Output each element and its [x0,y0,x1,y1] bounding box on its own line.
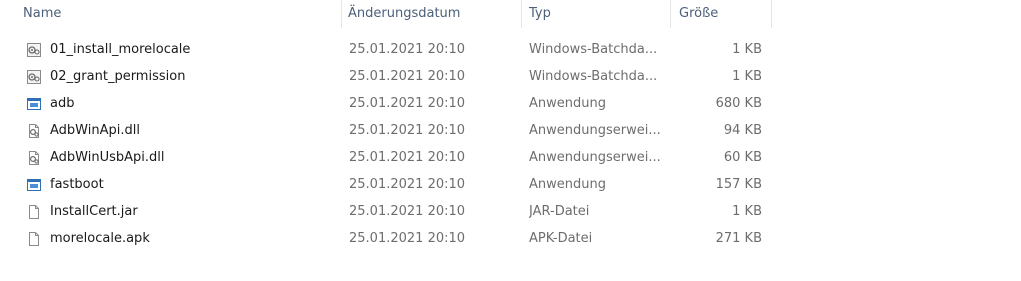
file-modified-date: 25.01.2021 20:10 [349,123,466,138]
file-size: 60 KB [723,150,762,165]
file-list: 01_install_morelocale 25.01.2021 20:10 Win… [0,36,773,252]
file-type: Anwendung [529,177,606,192]
file-row[interactable]: InstallCert.jar 25.01.2021 20:10 JAR-Datei… [0,198,773,225]
column-header-size[interactable]: Größe [679,0,769,28]
file-row[interactable]: fastboot 25.01.2021 20:10 Anwendung 157 KB [0,171,773,198]
file-name: 01_install_morelocale [50,42,191,57]
file-row[interactable]: morelocale.apk 25.01.2021 20:10 APK-Datei 2… [0,225,773,252]
file-type: Windows-Batchda... [529,69,658,84]
file-name: AdbWinUsbApi.dll [50,150,165,165]
file-explorer: Name Änderungsdatum Typ Größe 01_install… [0,0,1021,281]
column-divider[interactable] [771,0,772,28]
file-modified-date: 25.01.2021 20:10 [349,204,466,219]
file-name: AdbWinApi.dll [50,123,140,138]
file-name: fastboot [50,177,104,192]
column-header-bar: Name Änderungsdatum Typ Größe [0,0,773,28]
file-size: 1 KB [732,204,762,219]
file-type: Anwendungserwei... [529,150,661,165]
file-size: 1 KB [732,42,762,57]
batch-file-icon [25,63,43,90]
column-divider[interactable] [670,0,671,28]
file-type: JAR-Datei [529,204,590,219]
file-row[interactable]: 01_install_morelocale 25.01.2021 20:10 Win… [0,36,773,63]
application-icon [25,90,43,117]
file-type: Anwendungserwei... [529,123,661,138]
batch-file-icon [25,36,43,63]
file-modified-date: 25.01.2021 20:10 [349,177,466,192]
column-divider[interactable] [341,0,342,28]
file-modified-date: 25.01.2021 20:10 [349,150,466,165]
file-row[interactable]: AdbWinApi.dll 25.01.2021 20:10 Anwendungse… [0,117,773,144]
file-name: adb [50,96,75,111]
application-icon [25,171,43,198]
file-row[interactable]: adb 25.01.2021 20:10 Anwendung 680 KB [0,90,773,117]
file-type: Anwendung [529,96,606,111]
file-modified-date: 25.01.2021 20:10 [349,96,466,111]
column-header-name[interactable]: Name [23,0,341,28]
column-header-type[interactable]: Typ [529,0,669,28]
file-size: 157 KB [715,177,762,192]
column-header-date[interactable]: Änderungsdatum [348,0,520,28]
dll-file-icon [25,117,43,144]
blank-file-icon [25,225,43,252]
dll-file-icon [25,144,43,171]
file-type: Windows-Batchda... [529,42,658,57]
file-name: InstallCert.jar [50,204,138,219]
file-modified-date: 25.01.2021 20:10 [349,69,466,84]
column-divider[interactable] [521,0,522,28]
file-size: 680 KB [715,96,762,111]
blank-file-icon [25,198,43,225]
file-modified-date: 25.01.2021 20:10 [349,42,466,57]
file-row[interactable]: 02_grant_permission 25.01.2021 20:10 Windo… [0,63,773,90]
file-size: 94 KB [723,123,762,138]
file-name: morelocale.apk [50,231,150,246]
file-size: 271 KB [715,231,762,246]
file-type: APK-Datei [529,231,593,246]
file-size: 1 KB [732,69,762,84]
file-modified-date: 25.01.2021 20:10 [349,231,466,246]
file-name: 02_grant_permission [50,69,186,84]
file-row[interactable]: AdbWinUsbApi.dll 25.01.2021 20:10 Anwendun… [0,144,773,171]
